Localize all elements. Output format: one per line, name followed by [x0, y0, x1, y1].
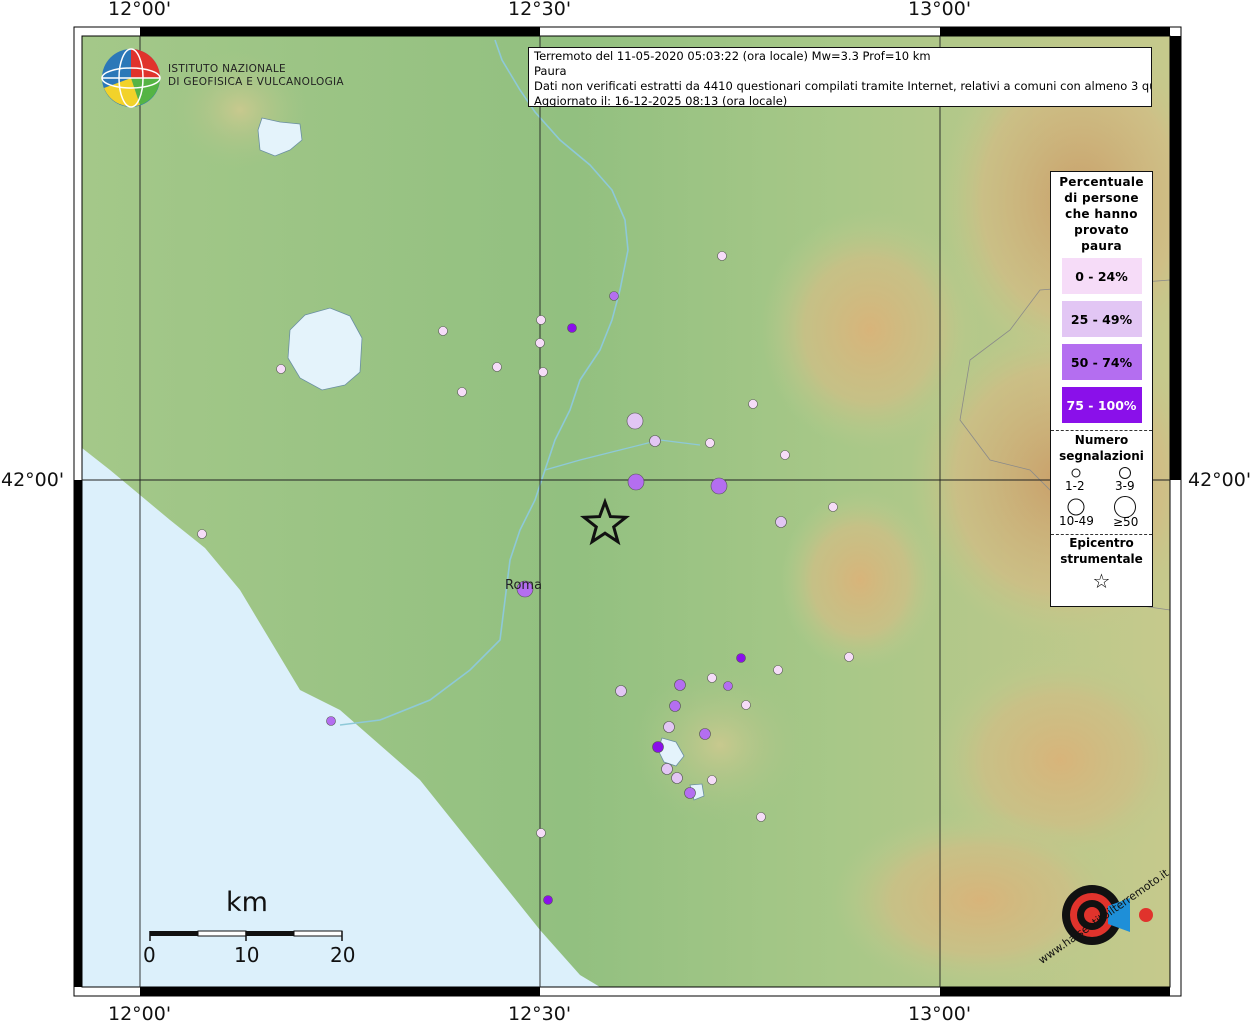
observation-point	[669, 700, 681, 712]
observation-point	[567, 323, 577, 333]
observation-point	[615, 685, 627, 697]
coord-left-42-00: 42°00'	[1, 469, 65, 491]
updated-timestamp: Aggiornato il: 16-12-2025 08:13 (ora loc…	[534, 94, 788, 107]
legend-epicenter-title: Epicentro strumentale	[1051, 535, 1152, 567]
observation-point	[780, 450, 790, 460]
observation-point	[626, 412, 644, 430]
observation-point	[535, 338, 545, 348]
coord-top-12-30: 12°30'	[508, 0, 572, 20]
legend-class-25-49: 25 - 49%	[1061, 301, 1142, 337]
legend-title-line: Percentuale	[1059, 175, 1144, 189]
coord-right-42-00: 42°00'	[1188, 469, 1252, 491]
scale-tick-0: 0	[143, 943, 156, 967]
observation-point	[828, 502, 838, 512]
scale-title: km	[226, 887, 268, 918]
legend-count-title: Numero segnalazioni	[1051, 431, 1152, 464]
coord-bottom-12-00: 12°00'	[108, 1003, 172, 1025]
observation-point	[536, 828, 546, 838]
scale-tick-10: 10	[234, 943, 260, 967]
legend-class-75-100: 75 - 100%	[1061, 387, 1142, 423]
observation-point	[699, 728, 711, 740]
observation-point	[627, 473, 645, 491]
legend-title-line: di persone	[1064, 191, 1139, 205]
legend-sizes: 1-2 3-9 10-49 ≥50	[1051, 464, 1152, 529]
observation-point	[536, 315, 546, 325]
institute-line-1: ISTITUTO NAZIONALE	[168, 63, 286, 75]
institute-name: ISTITUTO NAZIONALE DI GEOFISICA E VULCAN…	[168, 63, 344, 89]
observation-point	[543, 895, 553, 905]
legend-star-icon: ☆	[1092, 569, 1111, 593]
observation-point	[663, 721, 675, 733]
observation-point	[661, 763, 673, 775]
observation-point	[609, 291, 619, 301]
hills-east	[760, 210, 980, 450]
city-label-roma: Roma	[505, 578, 543, 593]
observation-point	[707, 673, 717, 683]
observation-point	[326, 716, 336, 726]
observation-point	[652, 741, 664, 753]
legend-size-1-2: 1-2	[1065, 479, 1085, 493]
observation-point	[438, 326, 448, 336]
legend-epicenter-line: Epicentro	[1069, 536, 1134, 550]
legend-title-line: che hanno	[1065, 207, 1138, 221]
observation-point	[197, 529, 207, 539]
institute-line-2: DI GEOFISICA E VULCANOLOGIA	[168, 76, 344, 88]
legend-size-3-9: 3-9	[1115, 479, 1135, 493]
observation-point	[736, 653, 746, 663]
coord-bottom-12-30: 12°30'	[508, 1003, 572, 1025]
observation-point	[457, 387, 467, 397]
coord-top-13-00: 13°00'	[908, 0, 972, 20]
observation-point	[773, 665, 783, 675]
event-info-box: Terremoto del 11-05-2020 05:03:22 (ora l…	[528, 47, 1152, 107]
observation-point	[775, 516, 787, 528]
event-title: Terremoto del 11-05-2020 05:03:22 (ora l…	[534, 49, 931, 63]
legend-title-line: paura	[1081, 239, 1122, 253]
ingv-logo-icon	[101, 48, 161, 108]
legend-title: Percentuale di persone che hanno provato…	[1051, 172, 1152, 254]
coord-top-12-00: 12°00'	[108, 0, 172, 20]
legend-epicenter-line: strumentale	[1060, 552, 1143, 566]
observation-point	[710, 477, 728, 495]
legend-title-line: provato	[1074, 223, 1129, 237]
observation-point	[538, 367, 548, 377]
observation-point	[756, 812, 766, 822]
observation-point	[684, 787, 696, 799]
legend-size-10-49: 10-49	[1059, 514, 1094, 528]
legend-class-50-74: 50 - 74%	[1061, 344, 1142, 380]
data-disclaimer: Dati non verificati estratti da 4410 que…	[534, 79, 1152, 93]
observation-point	[649, 435, 661, 447]
legend: Percentuale di persone che hanno provato…	[1050, 171, 1153, 607]
map-parameter: Paura	[534, 64, 567, 78]
legend-count-title-line: Numero	[1074, 433, 1129, 447]
observation-point	[705, 438, 715, 448]
observation-point	[674, 679, 686, 691]
observation-point	[492, 362, 502, 372]
observation-point	[276, 364, 286, 374]
legend-count-title-line: segnalazioni	[1059, 449, 1144, 463]
legend-size-50-plus: ≥50	[1113, 515, 1139, 529]
observation-point	[844, 652, 854, 662]
observation-point	[748, 399, 758, 409]
scale-tick-20: 20	[330, 943, 356, 967]
coord-bottom-13-00: 13°00'	[908, 1003, 972, 1025]
observation-point	[741, 700, 751, 710]
observation-point	[707, 775, 717, 785]
legend-class-0-24: 0 - 24%	[1061, 258, 1142, 294]
hills-southeast	[780, 490, 940, 670]
observation-point	[717, 251, 727, 261]
observation-point	[671, 772, 683, 784]
observation-point	[723, 681, 733, 691]
